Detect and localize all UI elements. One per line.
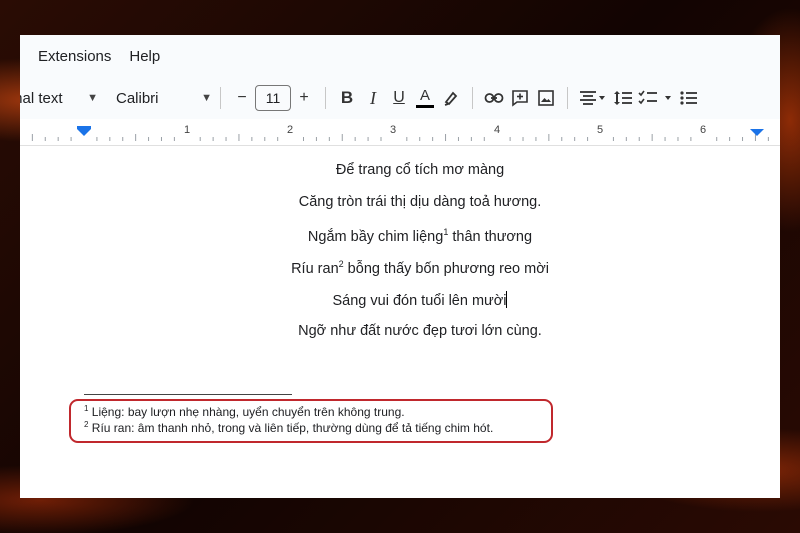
bulleted-list-button[interactable] — [676, 84, 702, 112]
poem-line: Sáng vui đón tuổi lên mười — [20, 291, 780, 309]
poem-line-text: Ngắm bầy chim liệng — [307, 228, 444, 245]
menu-help[interactable]: Help — [125, 46, 164, 67]
ruler-label: 6 — [700, 124, 706, 136]
font-family-value: Calibri — [116, 89, 159, 107]
text-color-swatch — [416, 104, 434, 108]
formatting-toolbar: mal text ▼ Calibri ▼ − 11 + B I U A — [20, 77, 780, 119]
footnote-text: Ríu ran: âm thanh nhỏ, trong và liên tiế… — [88, 421, 494, 435]
poem-line: Ngắm bầy chim liệng1 thân thương — [20, 227, 780, 245]
ruler-label: 3 — [390, 124, 396, 136]
align-dropdown[interactable] — [576, 84, 610, 112]
image-icon — [538, 90, 554, 106]
poem-line: Căng tròn trái thị dịu dàng toả hương. — [20, 194, 780, 210]
menu-extensions[interactable]: Extensions — [34, 46, 115, 67]
toolbar-divider — [567, 87, 568, 109]
line-spacing-button[interactable] — [610, 84, 636, 112]
footnote-1[interactable]: 1 Liệng: bay lượn nhẹ nhàng, uyển chuyển… — [84, 404, 405, 419]
first-line-indent-marker[interactable] — [77, 126, 91, 129]
text-color-button[interactable]: A — [412, 84, 438, 112]
toolbar-divider — [325, 87, 326, 109]
poem-line: Ríu ran2 bỗng thấy bốn phương reo mời — [20, 259, 780, 277]
checklist-dropdown[interactable] — [636, 84, 676, 112]
highlighter-icon — [444, 91, 458, 106]
menu-bar: Extensions Help — [20, 35, 780, 77]
checklist-icon — [638, 90, 671, 105]
insert-image-button[interactable] — [533, 84, 559, 112]
chevron-down-icon: ▼ — [87, 92, 98, 104]
ruler-label: 4 — [494, 124, 500, 136]
footnote-separator — [84, 394, 292, 395]
poem-line-text: Căng tròn trái thị dịu dàng toả hương. — [298, 194, 542, 210]
font-family-dropdown[interactable]: Calibri ▼ — [116, 83, 212, 113]
google-docs-window: Extensions Help mal text ▼ Calibri ▼ − 1… — [20, 35, 780, 498]
align-center-icon — [580, 91, 605, 105]
add-comment-icon — [512, 90, 528, 107]
insert-link-button[interactable] — [481, 84, 507, 112]
chevron-down-icon: ▼ — [201, 92, 212, 104]
toolbar-divider — [472, 87, 473, 109]
footnote-text: Liệng: bay lượn nhẹ nhàng, uyển chuyển t… — [88, 405, 405, 419]
poem-line-text: Ríu ran — [291, 260, 339, 277]
increase-font-size-button[interactable]: + — [291, 84, 317, 112]
poem-line: Để trang cổ tích mơ màng — [20, 162, 780, 178]
poem-line: Ngỡ như đất nước đẹp tươi lớn cùng. — [20, 323, 780, 339]
bulleted-list-icon — [680, 91, 697, 105]
footnote-2[interactable]: 2 Ríu ran: âm thanh nhỏ, trong và liên t… — [84, 420, 493, 435]
poem-line-text: Để trang cổ tích mơ màng — [335, 162, 505, 178]
toolbar-divider — [220, 87, 221, 109]
ruler-graphic: 1 2 3 4 5 6 — [31, 124, 769, 141]
bold-button[interactable]: B — [334, 84, 360, 112]
ruler-label: 5 — [597, 124, 603, 136]
paragraph-style-dropdown[interactable]: mal text ▼ — [20, 83, 98, 113]
left-indent-marker[interactable] — [77, 129, 91, 136]
text-cursor — [506, 291, 508, 308]
poem-line-text: Ngỡ như đất nước đẹp tươi lớn cùng. — [298, 323, 542, 339]
document-page[interactable]: Để trang cổ tích mơ màng Căng tròn trái … — [20, 146, 780, 498]
poem-line-text: Sáng vui đón tuổi lên mười — [332, 293, 507, 309]
horizontal-ruler[interactable]: 1 2 3 4 5 6 — [20, 119, 780, 146]
paragraph-style-value: mal text — [20, 89, 63, 107]
ruler-label: 1 — [184, 124, 190, 136]
underline-button[interactable]: U — [386, 84, 412, 112]
link-icon — [484, 93, 504, 103]
text-color-icon: A — [419, 86, 430, 104]
font-size-input[interactable]: 11 — [255, 85, 291, 111]
insert-comment-button[interactable] — [507, 84, 533, 112]
poem-line-text: thân thương — [448, 228, 533, 245]
line-spacing-icon — [614, 91, 632, 105]
poem-line-text: bỗng thấy bốn phương reo mời — [343, 260, 549, 277]
decrease-font-size-button[interactable]: − — [229, 84, 255, 112]
italic-button[interactable]: I — [360, 84, 386, 112]
right-indent-marker[interactable] — [750, 129, 764, 136]
ruler-label: 2 — [287, 124, 293, 136]
highlight-color-button[interactable] — [438, 84, 464, 112]
